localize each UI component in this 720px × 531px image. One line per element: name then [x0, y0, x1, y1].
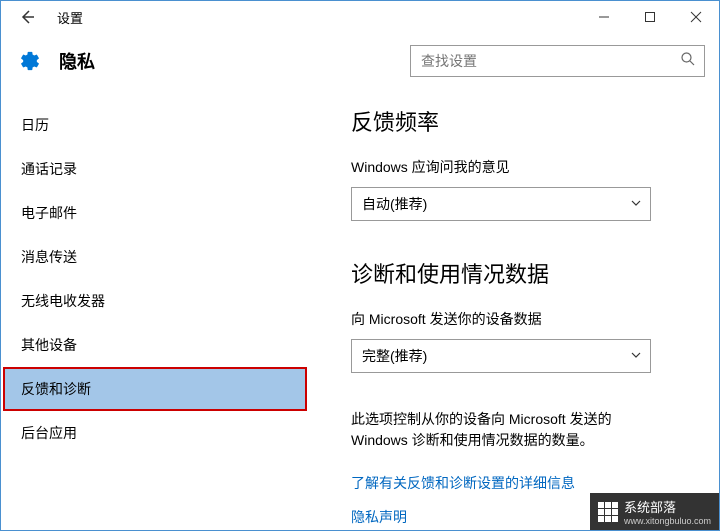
- search-input[interactable]: [421, 53, 680, 69]
- close-button[interactable]: [673, 1, 719, 33]
- sidebar-item-messaging[interactable]: 消息传送: [1, 235, 311, 279]
- page-title: 隐私: [59, 48, 95, 74]
- watermark: 系统部落 www.xitongbuluo.com: [590, 493, 719, 530]
- diagnostics-data-label: 向 Microsoft 发送你的设备数据: [351, 309, 693, 329]
- sidebar-item-background-apps[interactable]: 后台应用: [1, 411, 311, 455]
- window-title: 设置: [57, 8, 83, 27]
- sidebar-item-call-history[interactable]: 通话记录: [1, 147, 311, 191]
- main-content: 反馈频率 Windows 应询问我的意见 自动(推荐) 诊断和使用情况数据 向 …: [311, 83, 719, 530]
- watermark-logo-icon: [598, 502, 618, 522]
- feedback-frequency-select[interactable]: 自动(推荐): [351, 187, 651, 221]
- chevron-down-icon: [630, 196, 642, 212]
- feedback-frequency-label: Windows 应询问我的意见: [351, 157, 693, 177]
- minimize-button[interactable]: [581, 1, 627, 33]
- search-icon: [680, 51, 696, 72]
- diagnostics-data-value: 完整(推荐): [362, 346, 427, 366]
- section-title-diagnostics: 诊断和使用情况数据: [351, 257, 693, 289]
- diagnostics-description: 此选项控制从你的设备向 Microsoft 发送的 Windows 诊断和使用情…: [351, 409, 671, 451]
- feedback-frequency-value: 自动(推荐): [362, 194, 427, 214]
- maximize-button[interactable]: [627, 1, 673, 33]
- sidebar-item-calendar[interactable]: 日历: [1, 103, 311, 147]
- section-title-feedback: 反馈频率: [351, 105, 693, 137]
- diagnostics-data-select[interactable]: 完整(推荐): [351, 339, 651, 373]
- search-box[interactable]: [410, 45, 705, 77]
- chevron-down-icon: [630, 348, 642, 364]
- gear-icon: [19, 50, 41, 72]
- back-button[interactable]: [13, 3, 41, 31]
- sidebar-item-other-devices[interactable]: 其他设备: [1, 323, 311, 367]
- sidebar-item-radios[interactable]: 无线电收发器: [1, 279, 311, 323]
- learn-more-link[interactable]: 了解有关反馈和诊断设置的详细信息: [351, 473, 693, 493]
- sidebar-item-feedback-diagnostics[interactable]: 反馈和诊断: [3, 367, 307, 411]
- sidebar-item-email[interactable]: 电子邮件: [1, 191, 311, 235]
- watermark-name: 系统部落: [624, 497, 711, 516]
- sidebar: 日历 通话记录 电子邮件 消息传送 无线电收发器 其他设备 反馈和诊断 后台应用: [1, 83, 311, 530]
- watermark-url: www.xitongbuluo.com: [624, 516, 711, 526]
